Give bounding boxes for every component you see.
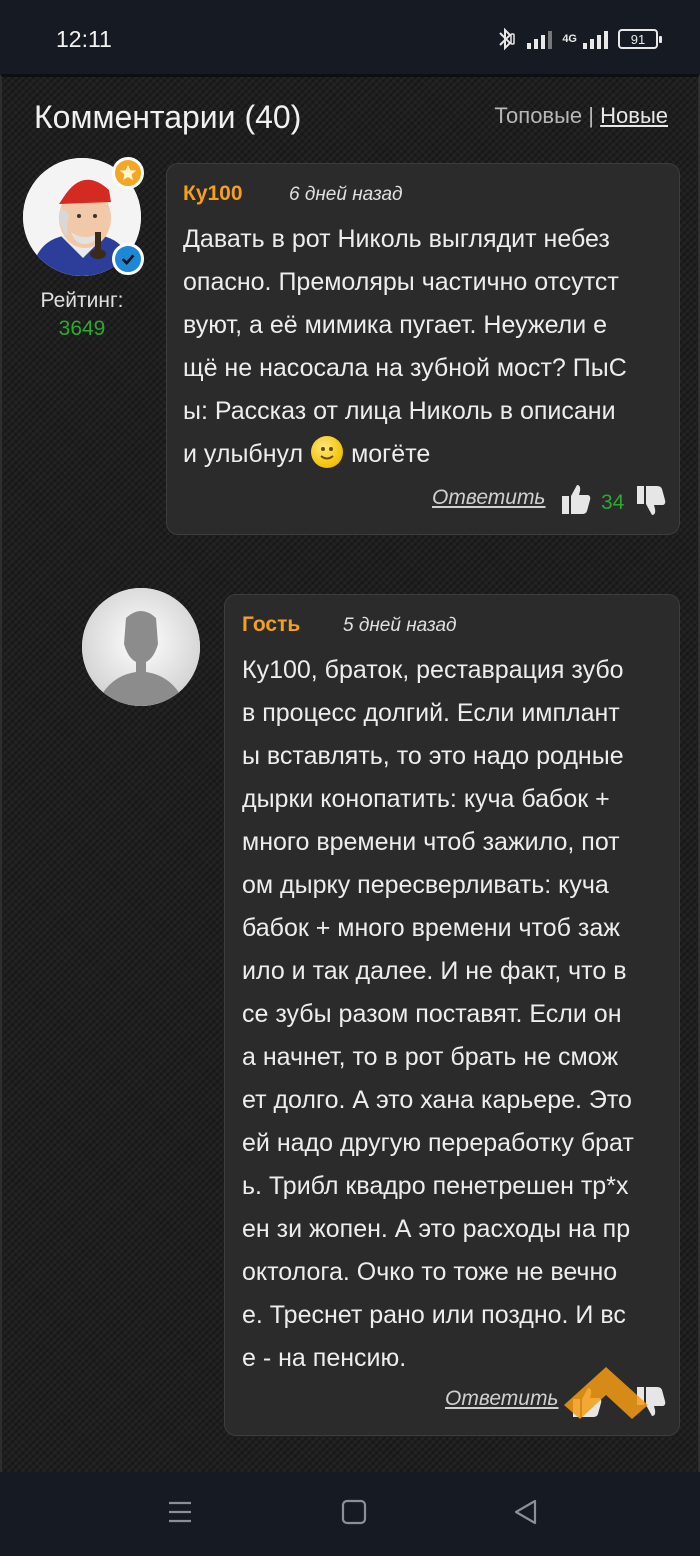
default-avatar-icon bbox=[82, 588, 200, 706]
comment-line: дырки конопатить: куча бабок + bbox=[242, 785, 610, 813]
bluetooth-icon bbox=[499, 27, 516, 51]
smile-emoji-icon bbox=[311, 436, 344, 468]
comment-bubble: Гость 5 дней назад Ку100, браток, рестав… bbox=[224, 594, 680, 1436]
comment-time: 5 дней назад bbox=[343, 615, 457, 636]
comment-line: и улыбнул могёте bbox=[183, 433, 677, 476]
comment-line: ы: Рассказ от лица Николь в описани bbox=[183, 397, 616, 425]
comment-bubble: Ку100 6 дней назад Давать в рот Николь в… bbox=[166, 163, 680, 535]
verified-badge-icon bbox=[112, 243, 144, 275]
comment-line-part: и улыбнул bbox=[183, 440, 304, 468]
comment-line: Давать в рот Николь выглядит небез bbox=[183, 225, 610, 253]
rating-value: 3649 bbox=[58, 317, 106, 340]
comment-line: е. Треснет рано или поздно. И вс bbox=[242, 1301, 626, 1329]
guest-avatar[interactable] bbox=[82, 588, 200, 706]
comment-time: 6 дней назад bbox=[289, 184, 403, 205]
comment-line: опасно. Премоляры частично отсутст bbox=[183, 268, 619, 296]
reply-link[interactable]: Ответить bbox=[445, 1387, 558, 1411]
comment-author[interactable]: Гость bbox=[242, 613, 300, 637]
comment-author[interactable]: Ку100 bbox=[183, 182, 243, 206]
comment-line: а начнет, то в рот брать не смож bbox=[242, 1043, 619, 1071]
navigation-bar bbox=[0, 1472, 700, 1556]
scroll-to-top-button[interactable] bbox=[560, 1361, 652, 1423]
battery-icon: 91 bbox=[618, 29, 662, 49]
sort-links: Топовые | Новые bbox=[494, 103, 668, 129]
home-icon[interactable] bbox=[340, 1498, 368, 1526]
comment-line: ом дырку пересверливать: куча bbox=[242, 871, 609, 899]
comments-title: Комментарии (40) bbox=[34, 99, 302, 135]
comment-line: ен зи жопен. А это расходы на пр bbox=[242, 1215, 631, 1243]
comment-line: щё не насосала на зубной мост? ПыС bbox=[183, 354, 627, 382]
comment-text: Ку100, браток, реставрация зубо в процес… bbox=[242, 649, 678, 1380]
sort-new-link[interactable]: Новые bbox=[600, 103, 668, 128]
signal-4g-icon bbox=[583, 29, 608, 49]
comment-line: в процесс долгий. Если имплант bbox=[242, 699, 620, 727]
comment-line: се зубы разом поставят. Если он bbox=[242, 1000, 622, 1028]
thumbs-up-icon[interactable] bbox=[560, 482, 592, 516]
sort-separator: | bbox=[588, 103, 595, 128]
signal-icon bbox=[527, 29, 553, 49]
network-type: 4G bbox=[562, 33, 577, 45]
status-time: 12:11 bbox=[56, 26, 112, 52]
comment-line: ь. Трибл квадро пенетрешен тр*х bbox=[242, 1172, 629, 1200]
comment-line: бабок + много времени чтоб заж bbox=[242, 914, 620, 942]
comment-line: Ку100, браток, реставрация зубо bbox=[242, 656, 624, 684]
comment-line-part: могёте bbox=[351, 440, 431, 468]
back-icon[interactable] bbox=[512, 1498, 540, 1526]
comment-line: вуют, а её мимика пугает. Неужели е bbox=[183, 311, 608, 339]
battery-level: 91 bbox=[630, 31, 646, 47]
status-bar: 12:11 4G 91 bbox=[0, 0, 700, 74]
comment-line: ей надо другую переработку брат bbox=[242, 1129, 634, 1157]
thumbs-down-icon[interactable] bbox=[635, 484, 667, 518]
comment-line: ило и так далее. И не факт, что в bbox=[242, 957, 627, 985]
comment-line: много времени чтоб зажило, пот bbox=[242, 828, 620, 856]
comments-panel: Комментарии (40) Топовые | Новые Рейтинг… bbox=[0, 74, 700, 1472]
rating-label: Рейтинг: bbox=[40, 289, 124, 312]
comment-line: ы вставлять, то это надо родные bbox=[242, 742, 624, 770]
sort-top-link[interactable]: Топовые bbox=[494, 103, 582, 128]
comment-line: октолога. Очко то тоже не вечно bbox=[242, 1258, 618, 1286]
reply-link[interactable]: Ответить bbox=[432, 486, 545, 510]
recent-apps-icon[interactable] bbox=[166, 1498, 194, 1526]
comment-line: ет долго. А это хана карьере. Это bbox=[242, 1086, 632, 1114]
likes-count: 34 bbox=[601, 491, 625, 514]
status-icons: 4G 91 bbox=[495, 26, 662, 52]
comment-text: Давать в рот Николь выглядит небез опасн… bbox=[183, 218, 677, 476]
premium-badge-icon bbox=[112, 157, 144, 189]
